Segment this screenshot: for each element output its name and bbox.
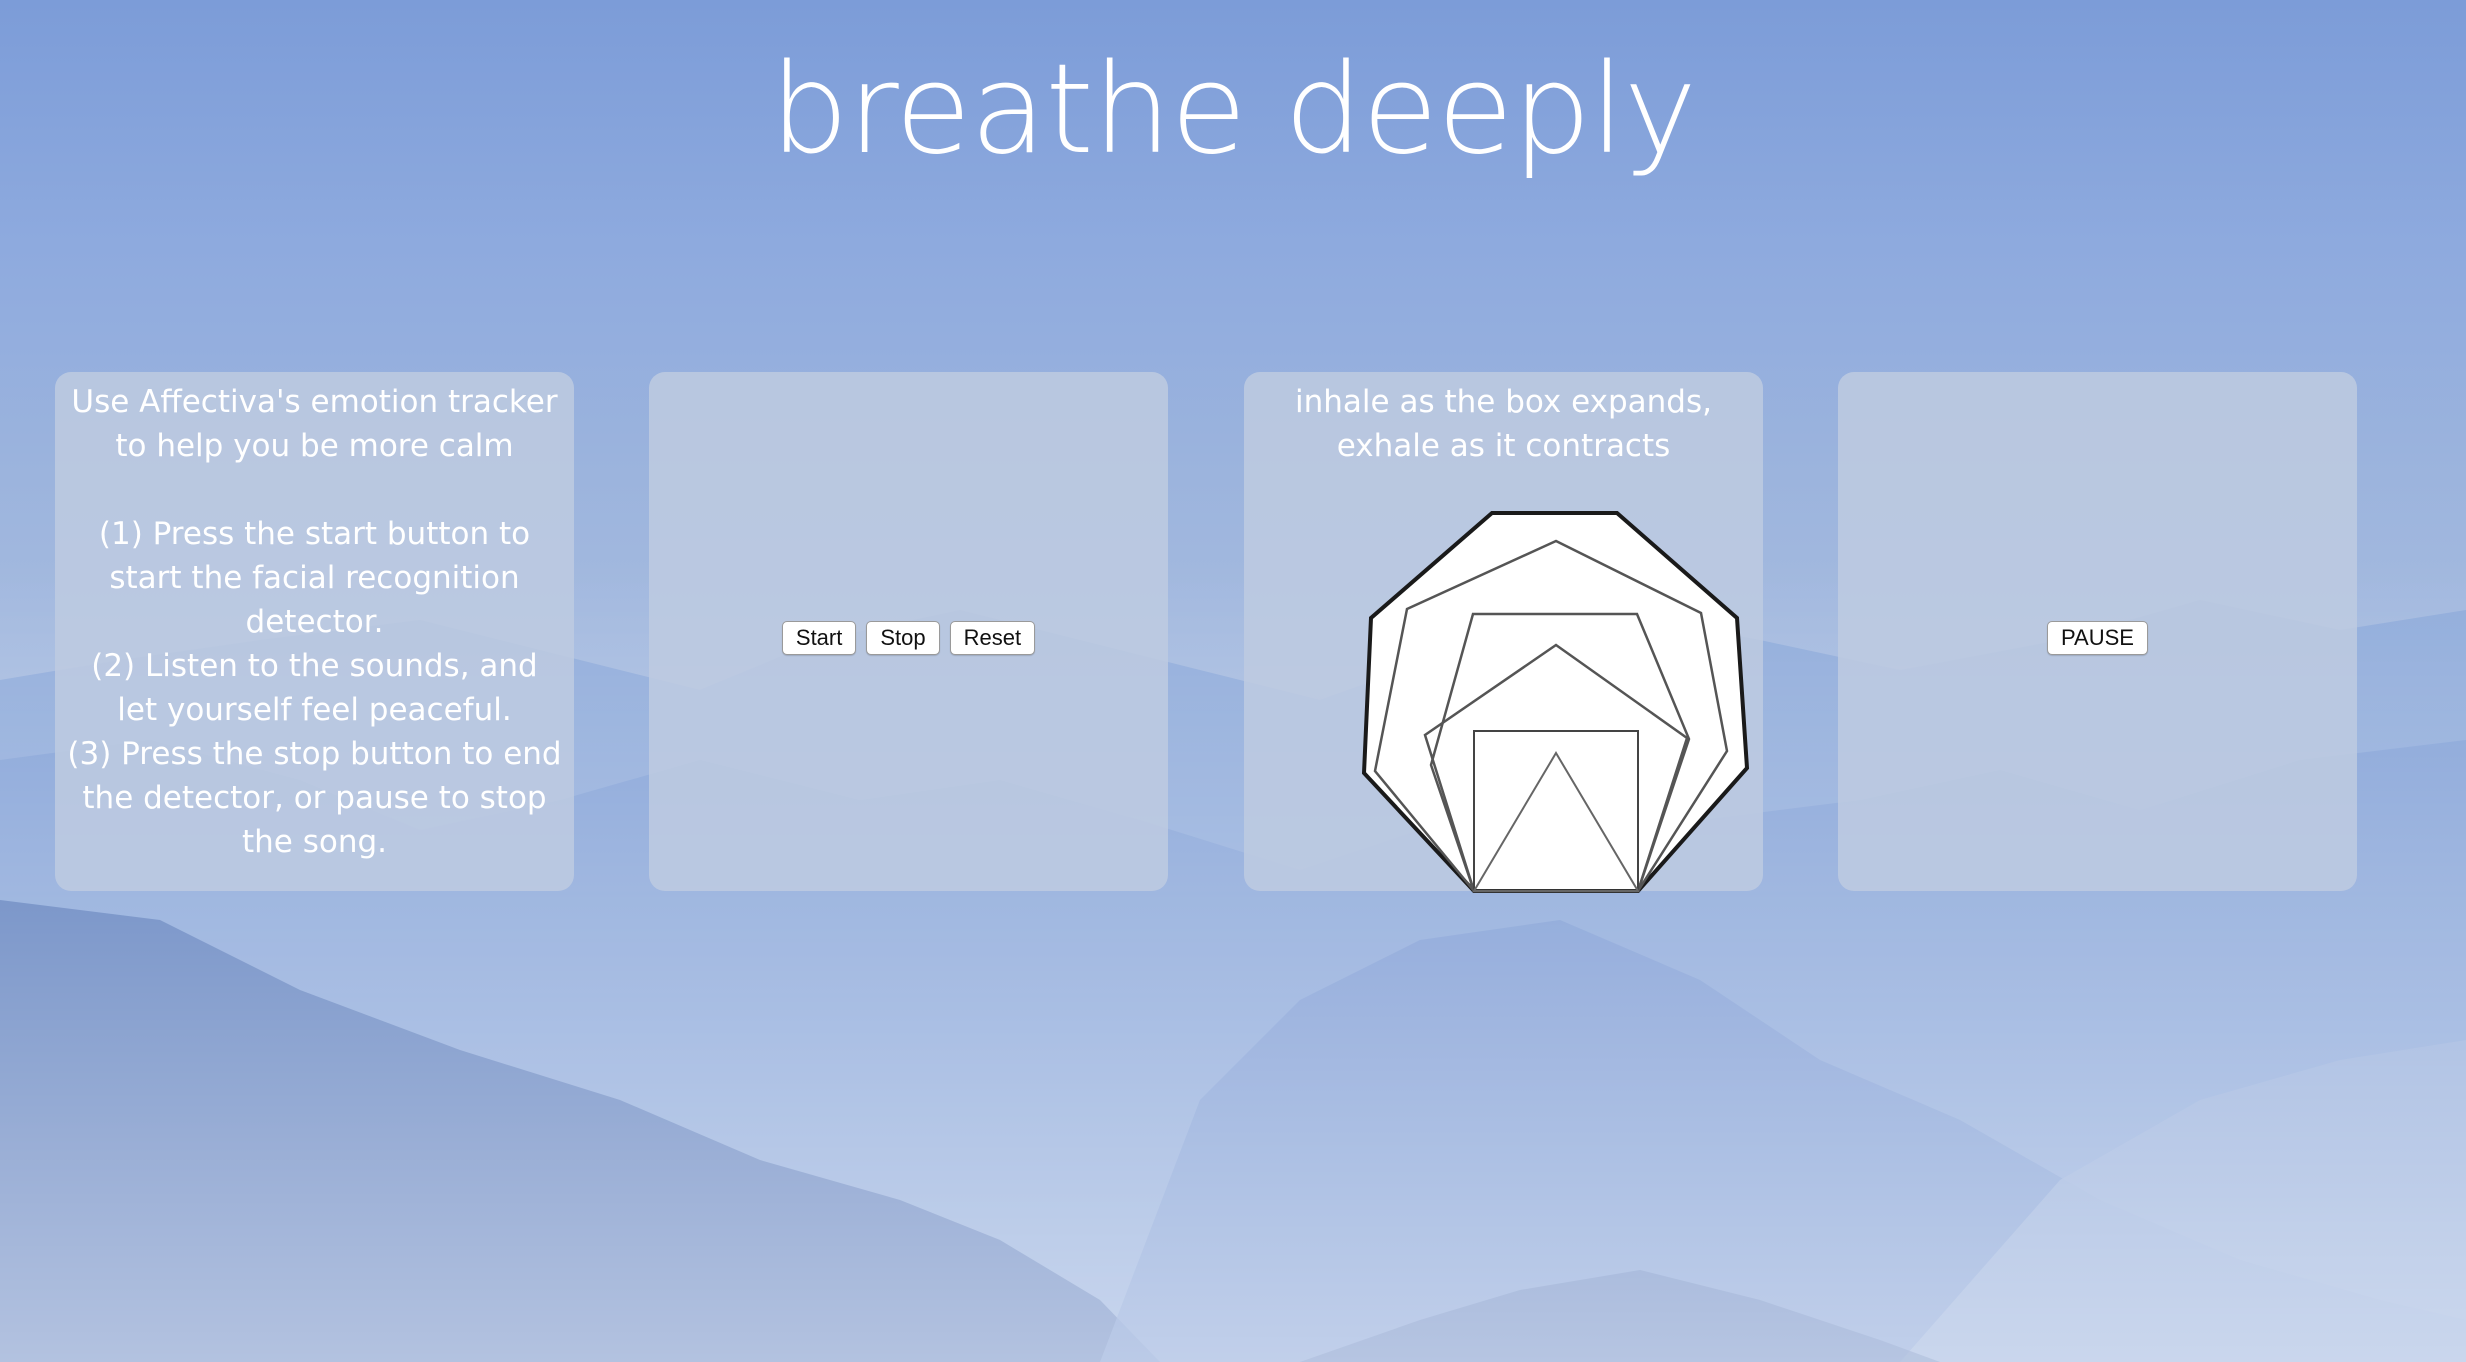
detector-button-group: Start Stop Reset — [649, 621, 1168, 655]
detector-controls-panel: Start Stop Reset — [649, 372, 1168, 891]
breathing-prompt: inhale as the box expands, exhale as it … — [1295, 384, 1712, 464]
breathing-panel: inhale as the box expands, exhale as it … — [1244, 372, 1763, 893]
instructions-panel: Use Affectiva's emotion tracker to help … — [55, 372, 574, 891]
music-button-group: PAUSE — [1838, 621, 2357, 655]
page-title: breathe deeply — [770, 38, 1697, 182]
instructions-text: Use Affectiva's emotion tracker to help … — [67, 384, 562, 860]
breathing-shape-outer — [1361, 511, 1750, 893]
stop-button[interactable]: Stop — [866, 621, 940, 655]
reset-button[interactable]: Reset — [949, 621, 1036, 655]
breathing-shape-animation — [1361, 511, 1750, 893]
pause-button[interactable]: PAUSE — [2047, 621, 2148, 655]
start-button[interactable]: Start — [781, 621, 857, 655]
app-background: breathe deeply Use Affectiva's emotion t… — [0, 0, 2466, 1362]
music-panel: PAUSE — [1838, 372, 2357, 891]
